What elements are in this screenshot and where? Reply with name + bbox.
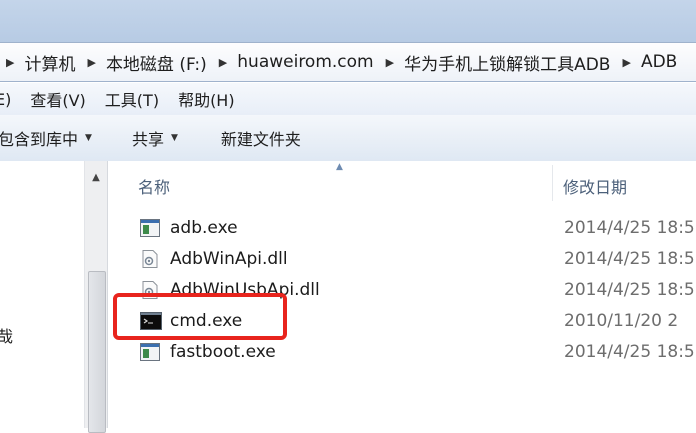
breadcrumb: ▶ 计算机 ▶ 本地磁盘 (F:) ▶ huaweirom.com ▶ 华为手机… <box>0 43 677 81</box>
dll-icon <box>140 250 160 268</box>
chevron-right-icon[interactable]: ▶ <box>6 56 14 69</box>
new-folder-label: 新建文件夹 <box>220 130 301 149</box>
window-title-bar <box>0 0 696 42</box>
file-row-fastboot[interactable]: fastboot.exe 2014/4/25 18:5 <box>108 337 696 368</box>
scroll-up-arrow-icon[interactable]: ▲ <box>85 161 107 193</box>
menu-view[interactable]: 查看(V) <box>30 87 85 111</box>
file-date: 2014/4/25 18:5 <box>564 280 695 300</box>
cmd-console-icon <box>140 312 162 330</box>
nav-item-label[interactable]: 哉 <box>0 323 13 347</box>
file-row-cmd[interactable]: cmd.exe 2010/11/20 2 <box>108 306 696 337</box>
share-button[interactable]: 共享 ▼ <box>132 126 178 150</box>
file-list: 名称 ▲ 修改日期 adb.exe 2014/4/25 18:5 AdbWinA… <box>108 161 696 428</box>
scroll-thumb[interactable] <box>88 271 106 433</box>
menu-tools[interactable]: 工具(T) <box>105 87 159 111</box>
exe-icon <box>140 219 160 237</box>
file-row-adbwinapi[interactable]: AdbWinApi.dll 2014/4/25 18:5 <box>108 244 696 275</box>
breadcrumb-drive-f[interactable]: 本地磁盘 (F:) <box>106 50 207 75</box>
file-name: fastboot.exe <box>170 342 276 362</box>
file-row-adbwinusbapi[interactable]: AdbWinUsbApi.dll 2014/4/25 18:5 <box>108 275 696 306</box>
column-header-row: 名称 ▲ 修改日期 <box>108 161 696 205</box>
menu-help[interactable]: 帮助(H) <box>178 87 235 111</box>
caret-down-icon: ▼ <box>85 133 92 143</box>
nav-scrollbar[interactable]: ▲ <box>84 161 108 433</box>
menu-bar: E) 查看(V) 工具(T) 帮助(H) <box>0 83 696 116</box>
chevron-right-icon[interactable]: ▶ <box>622 56 630 69</box>
menu-edit[interactable]: E) <box>0 90 11 109</box>
dll-icon <box>140 281 160 299</box>
file-date: 2014/4/25 18:5 <box>564 342 695 362</box>
breadcrumb-huaweirom[interactable]: huaweirom.com <box>237 52 373 72</box>
caret-down-icon: ▼ <box>170 133 178 143</box>
column-name[interactable]: 名称 <box>138 174 170 198</box>
file-date: 2014/4/25 18:5 <box>564 249 695 269</box>
exe-icon <box>140 343 160 361</box>
navigation-pane[interactable]: 哉 <box>0 161 84 428</box>
command-toolbar: 包含到库中 ▼ 共享 ▼ 新建文件夹 <box>0 115 696 162</box>
file-name: cmd.exe <box>170 311 243 331</box>
include-in-library-label: 包含到库中 <box>0 130 79 149</box>
chevron-right-icon[interactable]: ▶ <box>219 56 227 69</box>
breadcrumb-computer[interactable]: 计算机 <box>24 50 75 75</box>
new-folder-button[interactable]: 新建文件夹 <box>221 126 301 150</box>
chevron-right-icon[interactable]: ▶ <box>386 56 394 69</box>
file-name: adb.exe <box>170 218 238 238</box>
sort-up-icon: ▲ <box>336 162 343 172</box>
file-row-adb[interactable]: adb.exe 2014/4/25 18:5 <box>108 213 696 244</box>
column-divider[interactable] <box>552 165 553 201</box>
breadcrumb-unlock-tool[interactable]: 华为手机上锁解锁工具ADB <box>404 50 610 75</box>
breadcrumb-adb[interactable]: ADB <box>641 52 677 72</box>
file-date: 2014/4/25 18:5 <box>564 218 695 238</box>
chevron-right-icon[interactable]: ▶ <box>87 56 95 69</box>
column-date-modified[interactable]: 修改日期 <box>563 174 627 198</box>
file-name: AdbWinUsbApi.dll <box>170 280 320 300</box>
include-in-library-button[interactable]: 包含到库中 ▼ <box>0 126 92 150</box>
file-name: AdbWinApi.dll <box>170 249 288 269</box>
address-bar[interactable]: ▶ 计算机 ▶ 本地磁盘 (F:) ▶ huaweirom.com ▶ 华为手机… <box>0 42 696 82</box>
file-date: 2010/11/20 2 <box>564 311 679 331</box>
share-label: 共享 <box>131 130 164 149</box>
